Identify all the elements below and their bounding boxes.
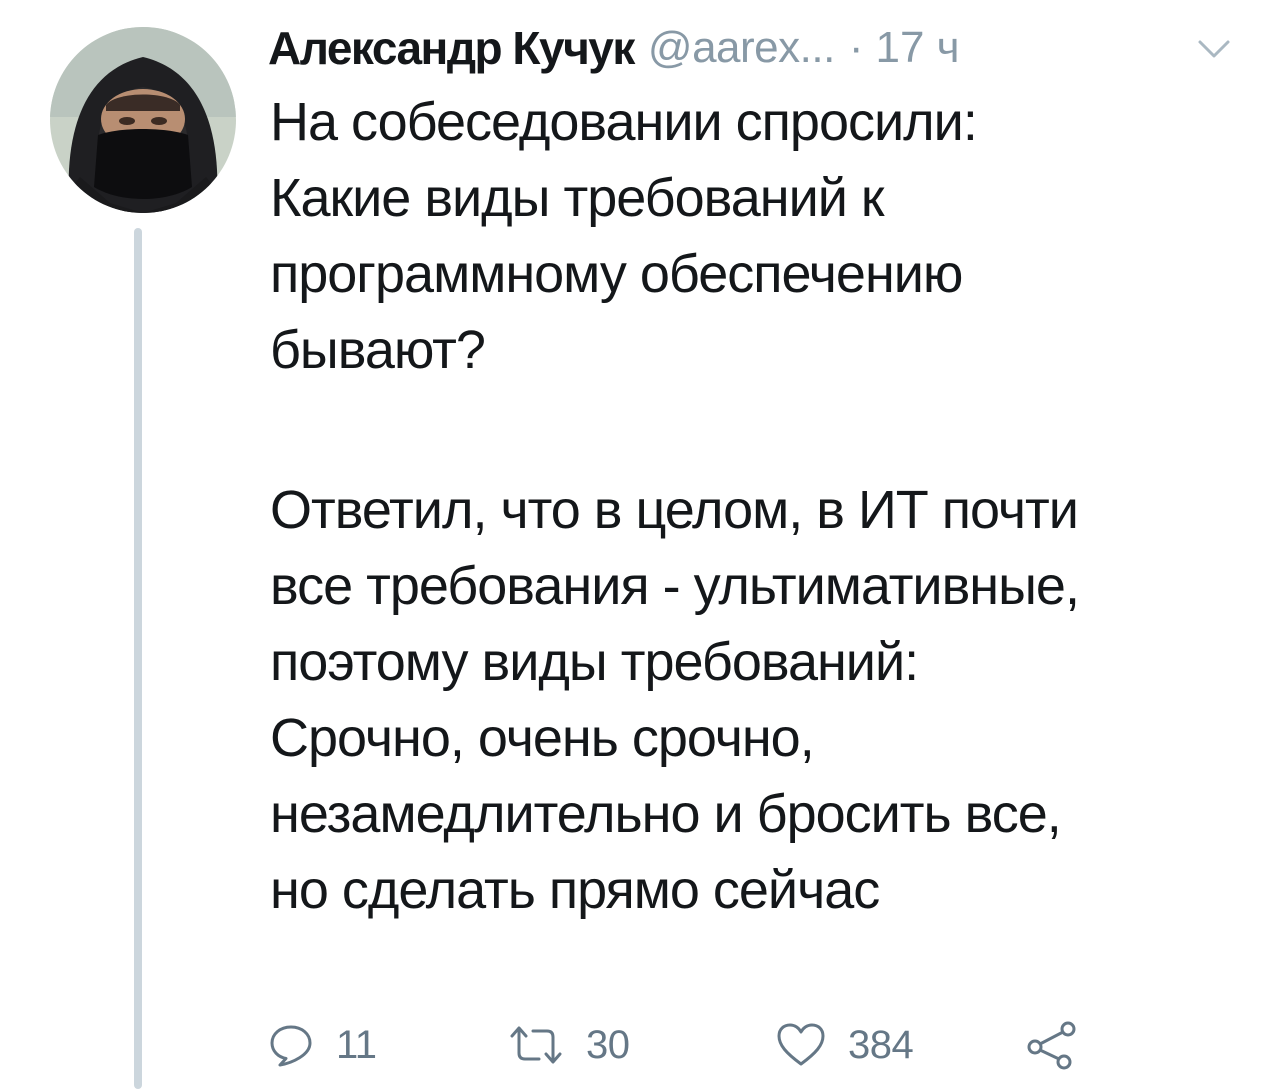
author-handle[interactable]: @aarex... (648, 23, 835, 73)
tweet-text-line: программному обеспечению (270, 244, 963, 304)
tweet-text: На собеседовании спросили: Какие виды тр… (270, 84, 1260, 928)
tweet-text-line: незамедлительно и бросить все, (270, 784, 1062, 844)
like-count: 384 (848, 1022, 914, 1067)
reply-icon (270, 1025, 312, 1067)
tweet-actions: 11 30 384 (268, 1010, 1168, 1080)
masked-person-avatar-icon (50, 27, 236, 213)
tweet-menu-button[interactable] (1196, 36, 1232, 64)
reply-button[interactable]: 11 (268, 1010, 377, 1080)
chevron-down-icon (1198, 40, 1230, 58)
retweet-icon (510, 1026, 562, 1064)
reply-count: 11 (336, 1022, 377, 1067)
like-button[interactable]: 384 (776, 1010, 914, 1080)
share-icon (1027, 1021, 1076, 1070)
tweet-text-line: На собеседовании спросили: (270, 92, 978, 152)
tweet-text-line: но сделать прямо сейчас (270, 860, 880, 920)
author-display-name[interactable]: Александр Кучук (268, 21, 635, 75)
separator-dot: · (848, 23, 864, 72)
tweet-text-line: Срочно, очень срочно, (270, 708, 815, 768)
tweet-text-line: Ответил, что в целом, в ИТ почти (270, 480, 1079, 540)
thread-line (134, 228, 142, 1089)
heart-icon (777, 1023, 825, 1066)
tweet-text-line: поэтому виды требований: (270, 632, 919, 692)
tweet-timestamp[interactable]: 17 ч (875, 23, 959, 73)
share-button[interactable] (1026, 1010, 1078, 1080)
tweet-header: Александр Кучук @aarex... · 17 ч (268, 18, 1258, 78)
retweet-button[interactable]: 30 (508, 1010, 630, 1080)
tweet-text-line: все требования - ультимативные, (270, 556, 1080, 616)
tweet-text-line: бывают? (270, 320, 486, 380)
retweet-count: 30 (586, 1022, 630, 1067)
avatar[interactable] (50, 27, 236, 213)
tweet-text-line: Какие виды требований к (270, 168, 885, 228)
